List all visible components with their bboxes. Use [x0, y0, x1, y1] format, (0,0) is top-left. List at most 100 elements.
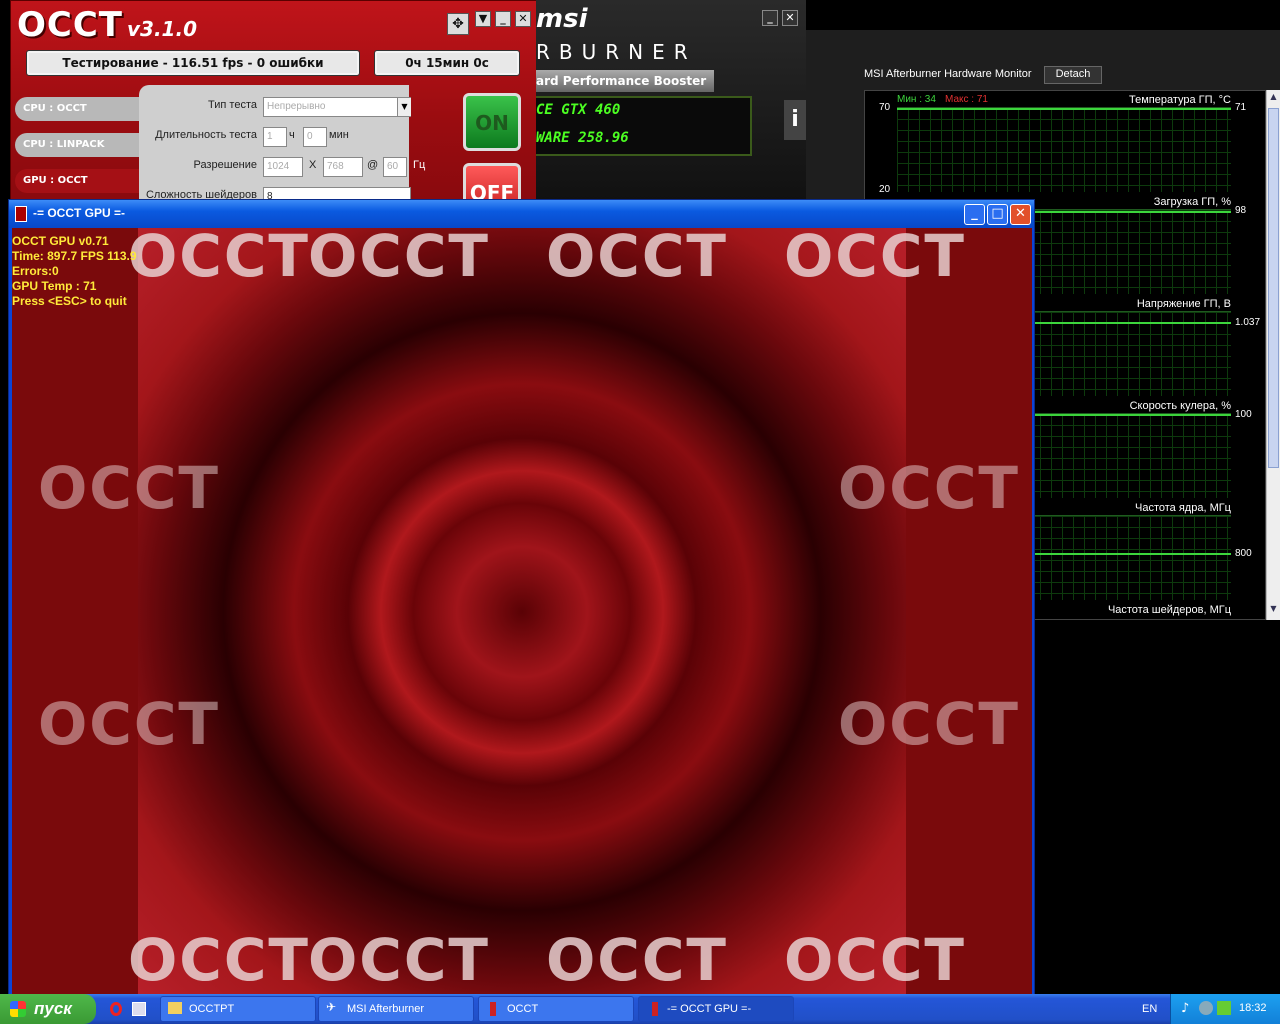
axis-max: 70 — [879, 102, 891, 113]
hud-gpu-temp: GPU Temp : 71 — [12, 279, 97, 293]
refresh-unit: Гц — [413, 159, 426, 171]
render-scene: OCCT OCCT OCCT OCCT OCCT OCCT OCCT OCCT … — [38, 228, 1018, 996]
window-title: -= OCCT GPU =- — [33, 206, 126, 220]
graph-area-temperature — [897, 107, 1231, 192]
maximize-icon[interactable]: □ — [987, 204, 1008, 225]
minutes-unit: мин — [329, 129, 349, 141]
test-timer: 0ч 15мин 0с — [374, 50, 520, 76]
watermark-text: OCCT — [128, 926, 310, 994]
graph-value: 100 — [1235, 409, 1252, 420]
occt-gpu-window: -= OCCT GPU =- _ □ ✕ OCCT OCCT OCCT OCCT… — [8, 199, 1035, 999]
taskbar: пуск OCCTPT MSI Afterburner ✈ OCCT -= OC… — [0, 994, 1280, 1024]
watermark-text: OCCT — [128, 228, 310, 290]
collapse-icon[interactable]: ▼ — [475, 11, 491, 27]
folder-icon — [168, 1002, 182, 1014]
watermark-text: OCCT — [838, 454, 1020, 522]
watermark-text: OCCT — [784, 228, 966, 290]
sidebar-item-gpu-occt[interactable]: GPU : OCCT — [15, 169, 139, 193]
duration-label: Длительность теста — [155, 129, 257, 141]
graph-label: Частота шейдеров, МГц — [1107, 604, 1231, 616]
test-type-label: Тип теста — [208, 99, 257, 111]
watermark-text: OCCT — [38, 690, 220, 758]
afterburner-icon: ✈ — [326, 1000, 337, 1014]
graph-label: Напряжение ГП, В — [1136, 298, 1231, 310]
task-occt[interactable]: OCCT — [478, 996, 634, 1022]
hud-errors: Errors:0 — [12, 264, 59, 278]
duration-minutes-input[interactable]: 0 — [303, 127, 327, 147]
min-label: Мин : 34 — [897, 94, 936, 105]
title-bar[interactable]: -= OCCT GPU =- _ □ ✕ — [9, 200, 1034, 228]
volume-icon[interactable]: ♪ — [1181, 1001, 1189, 1016]
occt-logo: OCCT — [17, 5, 123, 45]
task-msi-afterburner[interactable]: MSI Afterburner — [318, 996, 474, 1022]
hud-quit-hint: Press <ESC> to quit — [12, 294, 127, 308]
scrollbar-thumb[interactable] — [1268, 108, 1279, 468]
occt-version: v3.1.0 — [127, 17, 197, 41]
graph-label: Скорость кулера, % — [1129, 400, 1231, 412]
stop-test-button[interactable]: OFF — [463, 163, 521, 199]
resolution-at: @ — [367, 159, 379, 171]
close-icon[interactable]: ✕ — [1010, 204, 1031, 225]
start-test-button[interactable]: ON — [463, 93, 521, 151]
task-occt-gpu[interactable]: -= OCCT GPU =- — [638, 996, 794, 1022]
language-indicator[interactable]: EN — [1142, 1003, 1157, 1015]
opera-icon[interactable] — [110, 1002, 122, 1016]
clock: 18:32 — [1239, 1002, 1267, 1014]
windows-logo-icon — [10, 1001, 26, 1017]
system-tray: ♪ 18:32 — [1170, 994, 1280, 1024]
max-label: Макс : 71 — [945, 94, 988, 105]
gpu-name: CE GTX 460 — [536, 102, 621, 118]
gpu-info-lcd: CE GTX 460 WARE 258.96 — [536, 96, 752, 156]
afterburner-wordmark: RBURNER — [536, 40, 697, 64]
watermark-text: OCCT — [546, 228, 728, 290]
test-type-select[interactable]: Непрерывно — [263, 97, 411, 117]
show-desktop-icon[interactable] — [132, 1002, 146, 1016]
occt-icon — [490, 1002, 496, 1016]
chevron-down-icon[interactable]: ▼ — [397, 98, 411, 116]
monitor-scrollbar[interactable]: ▲ ▼ — [1266, 90, 1280, 620]
minimize-icon[interactable]: _ — [964, 204, 985, 225]
minimize-icon[interactable]: _ — [762, 10, 778, 26]
minimize-icon[interactable]: _ — [495, 11, 511, 27]
msi-afterburner-window: msi _ ✕ RBURNER ard Performance Booster … — [536, 0, 806, 200]
resolution-height-input[interactable]: 768 — [323, 157, 363, 177]
close-icon[interactable]: ✕ — [515, 11, 531, 27]
task-occtpt[interactable]: OCCTPT — [160, 996, 316, 1022]
move-icon[interactable]: ✥ — [447, 13, 469, 35]
graph-value: 800 — [1235, 548, 1252, 559]
gpu-render-area[interactable]: OCCT OCCT OCCT OCCT OCCT OCCT OCCT OCCT … — [12, 228, 1032, 996]
hud-version: OCCT GPU v0.71 — [12, 234, 109, 248]
sidebar-item-cpu-linpack[interactable]: CPU : LINPACK — [15, 133, 139, 157]
resolution-x: X — [309, 159, 317, 171]
test-status-bar: Тестирование - 116.51 fps - 0 ошибки — [26, 50, 360, 76]
close-icon[interactable]: ✕ — [782, 10, 798, 26]
resolution-width-input[interactable]: 1024 — [263, 157, 303, 177]
duration-hours-input[interactable]: 1 — [263, 127, 287, 147]
chevron-up-icon[interactable]: ▲ — [1268, 92, 1279, 104]
detach-button[interactable]: Detach — [1044, 66, 1102, 84]
booster-banner: ard Performance Booster — [536, 70, 714, 92]
driver-version: WARE 258.96 — [536, 130, 629, 146]
sidebar-item-cpu-occt[interactable]: CPU : OCCT — [15, 97, 139, 121]
nvidia-icon[interactable] — [1217, 1001, 1231, 1015]
hud-overlay: OCCT GPU v0.71 Time: 897.7 FPS 113.9 Err… — [12, 234, 137, 309]
graph-label: Загрузка ГП, % — [1153, 196, 1231, 208]
graph-label: Температура ГП, °C — [1129, 94, 1231, 106]
hours-unit: ч — [289, 129, 295, 141]
chevron-down-icon[interactable]: ▼ — [1268, 604, 1279, 616]
msi-brand: msi — [536, 4, 588, 34]
monitor-title: MSI Afterburner Hardware Monitor — [864, 68, 1032, 80]
watermark-text: OCCT — [308, 228, 490, 290]
network-icon[interactable] — [1199, 1001, 1213, 1015]
hud-time-fps: Time: 897.7 FPS 113.9 — [12, 249, 137, 263]
watermark-text: OCCT — [838, 690, 1020, 758]
watermark-text: OCCT — [308, 926, 490, 994]
refresh-rate-input[interactable]: 60 — [383, 157, 407, 177]
occt-gpu-icon — [652, 1002, 658, 1016]
app-icon — [15, 206, 27, 222]
info-icon[interactable]: i — [784, 100, 806, 140]
resolution-label: Разрешение — [193, 159, 257, 171]
watermark-text: OCCT — [38, 454, 220, 522]
settings-panel: Тип теста Непрерывно ▼ Длительность тест… — [139, 85, 411, 199]
graph-value: 1.037 — [1235, 317, 1261, 328]
